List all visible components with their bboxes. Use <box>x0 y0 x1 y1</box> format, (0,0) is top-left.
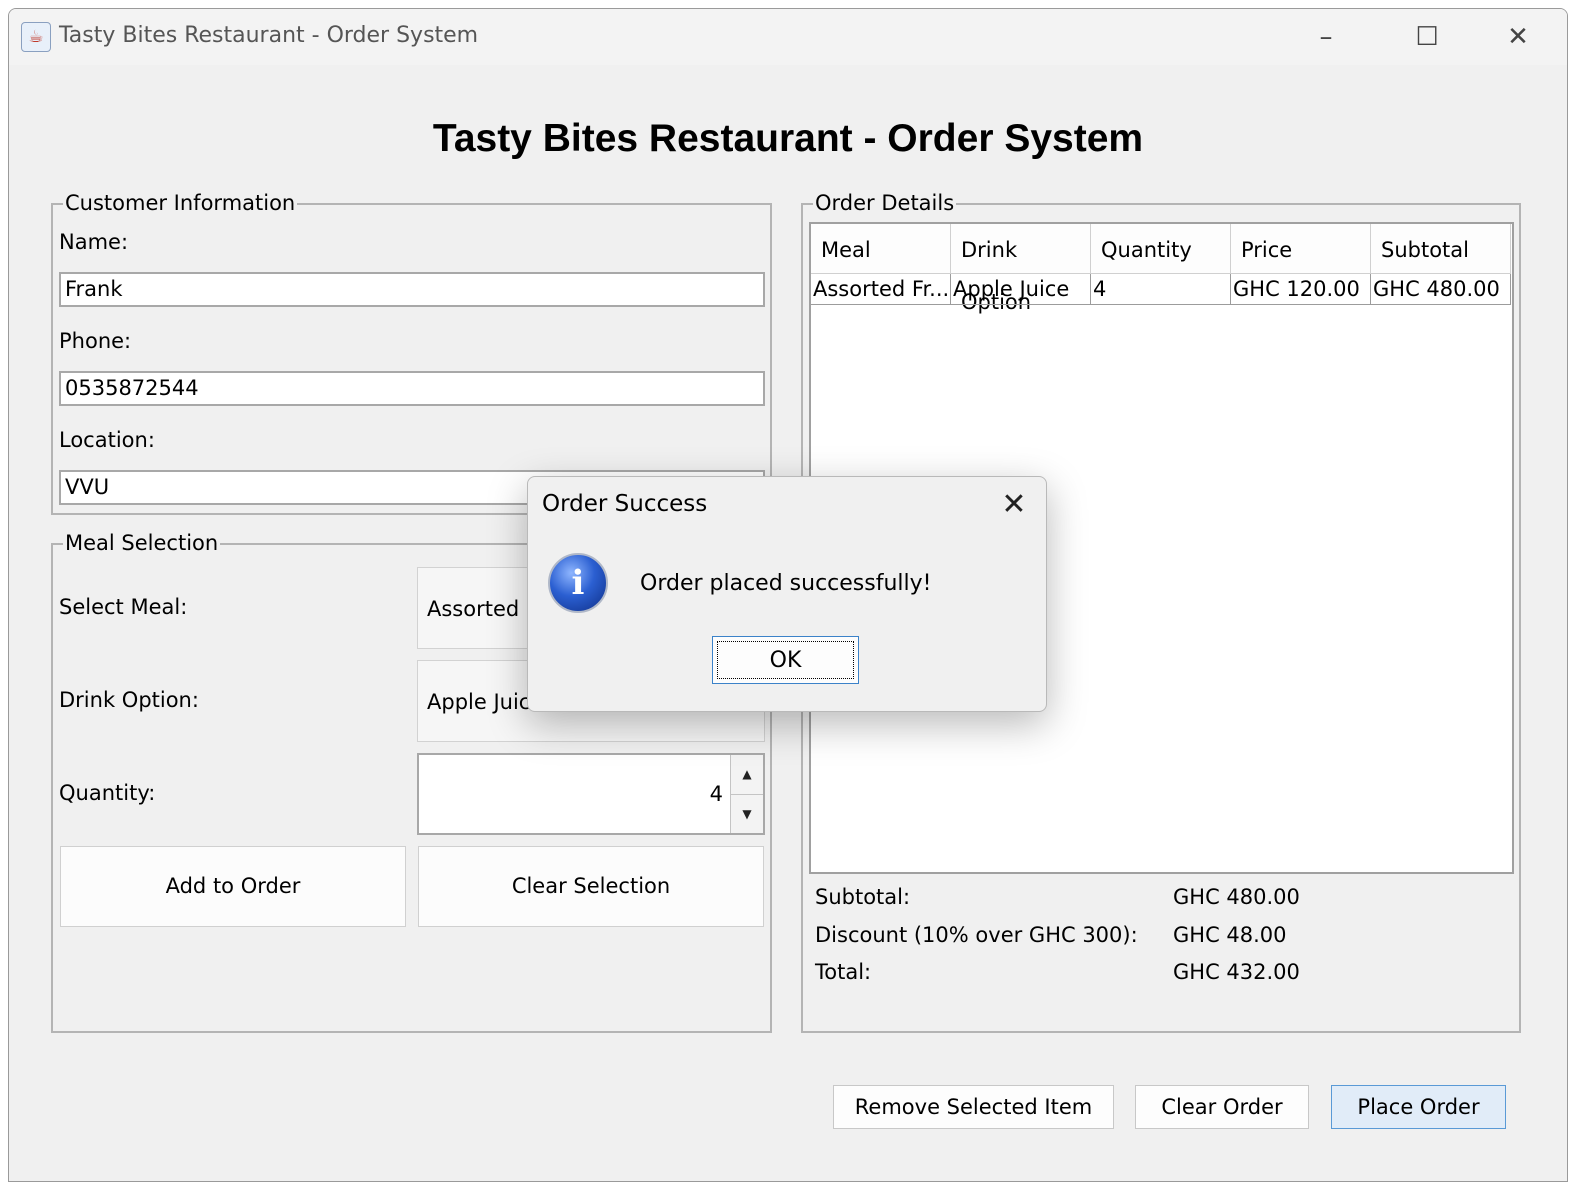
close-window-button[interactable]: ✕ <box>1488 17 1548 57</box>
increment-arrow-icon[interactable]: ▲ <box>731 755 763 795</box>
column-header-price[interactable]: Price <box>1231 224 1371 274</box>
location-label: Location: <box>59 428 155 452</box>
column-header-meal[interactable]: Meal <box>811 224 951 274</box>
cell-price: GHC 120.00 <box>1231 274 1371 304</box>
page-title: Tasty Bites Restaurant - Order System <box>432 117 1144 160</box>
remove-selected-item-button[interactable]: Remove Selected Item <box>833 1085 1114 1129</box>
add-to-order-button[interactable]: Add to Order <box>60 846 406 927</box>
quantity-value: 4 <box>709 782 723 806</box>
total-label: Total: <box>815 960 872 984</box>
name-field[interactable]: Frank <box>59 272 765 307</box>
ok-button[interactable]: OK <box>712 636 859 684</box>
maximize-button[interactable]: ☐ <box>1397 17 1457 57</box>
phone-field[interactable]: 0535872544 <box>59 371 765 406</box>
info-icon: i <box>548 553 608 613</box>
dialog-close-icon[interactable]: ✕ <box>992 485 1036 525</box>
meal-selection-legend: Meal Selection <box>63 529 221 557</box>
name-label: Name: <box>59 230 129 254</box>
decrement-arrow-icon[interactable]: ▼ <box>731 795 763 834</box>
dialog-message: Order placed successfully! <box>640 571 932 596</box>
window-title: Tasty Bites Restaurant - Order System <box>59 23 479 48</box>
subtotal-label: Subtotal: <box>815 885 911 909</box>
clear-order-button[interactable]: Clear Order <box>1135 1085 1309 1129</box>
title-bar: ☕ Tasty Bites Restaurant - Order System … <box>9 9 1567 65</box>
discount-label: Discount (10% over GHC 300): <box>815 923 1138 947</box>
phone-label: Phone: <box>59 329 132 353</box>
minimize-button[interactable]: – <box>1296 17 1356 57</box>
select-meal-label: Select Meal: <box>59 595 188 619</box>
column-header-drink[interactable]: Drink Option <box>951 224 1091 314</box>
total-value: GHC 432.00 <box>1173 960 1300 984</box>
order-success-dialog: Order Success ✕ i Order placed successfu… <box>527 476 1047 712</box>
column-header-quantity[interactable]: Quantity <box>1091 224 1231 274</box>
place-order-button[interactable]: Place Order <box>1331 1085 1506 1129</box>
subtotal-value: GHC 480.00 <box>1173 885 1300 909</box>
customer-info-group: Customer Information <box>51 189 772 515</box>
customer-info-legend: Customer Information <box>63 189 298 217</box>
stepper-buttons: ▲ ▼ <box>730 755 763 833</box>
column-header-subtotal[interactable]: Subtotal <box>1371 224 1511 274</box>
dialog-title: Order Success <box>542 491 708 517</box>
cell-subtotal: GHC 480.00 <box>1371 274 1511 304</box>
order-details-legend: Order Details <box>813 189 957 217</box>
quantity-stepper[interactable]: 4 ▲ ▼ <box>417 753 765 835</box>
cell-drink: Apple Juice <box>951 274 1091 304</box>
cell-quantity: 4 <box>1091 274 1231 304</box>
drink-option-label: Drink Option: <box>59 688 199 712</box>
cell-meal: Assorted Fr... <box>811 274 951 304</box>
table-header: Meal Drink Option Quantity Price Subtota… <box>811 224 1511 314</box>
ok-button-label: OK <box>717 641 854 679</box>
table-row[interactable]: Assorted Fr... Apple Juice 4 GHC 120.00 … <box>811 274 1511 305</box>
quantity-label: Quantity: <box>59 781 156 805</box>
java-coffee-icon: ☕ <box>21 22 51 52</box>
clear-selection-button[interactable]: Clear Selection <box>418 846 764 927</box>
discount-value: GHC 48.00 <box>1173 923 1287 947</box>
